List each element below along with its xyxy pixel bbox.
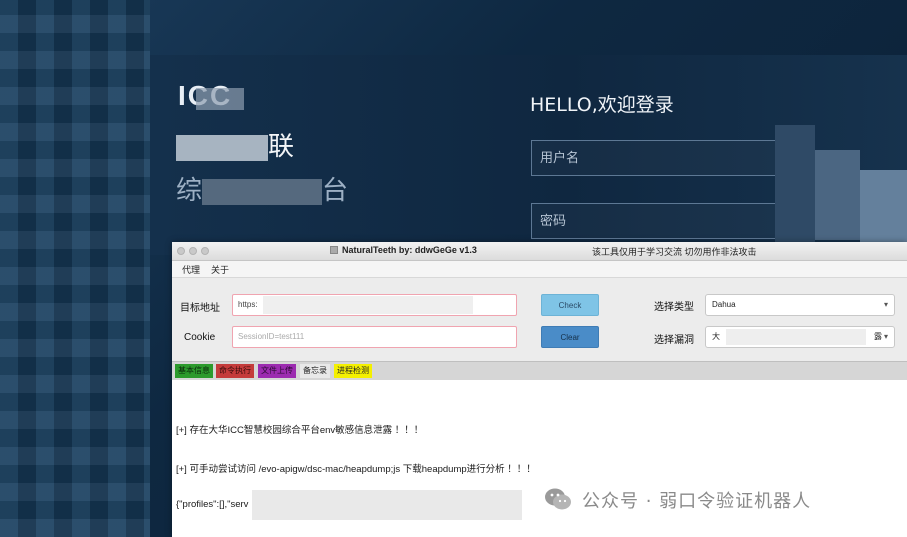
window-notice: 该工具仅用于学习交流 切勿用作非法攻击: [592, 247, 757, 257]
type-label: 选择类型: [654, 302, 694, 313]
wechat-icon: [545, 488, 571, 510]
redaction-blur: [726, 329, 866, 345]
redaction-mosaic: [860, 170, 907, 245]
watermark-text: 公众号 · 弱口令验证机器人: [582, 491, 812, 512]
vuln-select-value-end: 露: [874, 332, 882, 341]
vuln-select-value-start: 大: [712, 332, 720, 341]
minimize-window-button[interactable]: [189, 247, 197, 255]
username-field[interactable]: 用户名: [531, 140, 791, 176]
output-line: [+] 存在大华ICC智慧校园综合平台env敏感信息泄露 ！！！: [176, 425, 424, 436]
type-select[interactable]: Dahua ▾: [705, 294, 895, 316]
chevron-down-icon: ▾: [883, 300, 888, 309]
platform-sub-start: 综: [176, 176, 203, 206]
close-window-button[interactable]: [177, 247, 185, 255]
login-greeting: HELLO,欢迎登录: [530, 94, 674, 116]
platform-name: 联: [176, 126, 294, 163]
redaction-blur: [263, 296, 473, 314]
vuln-label: 选择漏洞: [654, 335, 694, 346]
menu-about[interactable]: 关于: [211, 263, 229, 276]
cookie-label: Cookie: [184, 332, 216, 343]
target-url-input[interactable]: https:: [232, 294, 517, 316]
tab-memo[interactable]: 备忘录: [300, 364, 330, 378]
result-tabs: 基本信息 命令执行 文件上传 备忘录 进程检测: [172, 361, 907, 381]
zoom-window-button[interactable]: [201, 247, 209, 255]
tab-process-detect[interactable]: 进程检测: [334, 364, 372, 378]
tab-file-upload[interactable]: 文件上传: [258, 364, 296, 378]
redaction-mosaic: [176, 134, 268, 161]
tab-basic-info[interactable]: 基本信息: [175, 364, 213, 378]
redaction-mosaic: [775, 125, 815, 245]
cookie-input[interactable]: SessionID=test111: [232, 326, 517, 348]
redaction-blur: [252, 490, 522, 520]
window-title: NaturalTeeth by: ddwGeGe v1.3: [342, 245, 477, 255]
clear-button[interactable]: Clear: [541, 326, 599, 348]
platform-name-text: 联: [268, 132, 295, 162]
redaction-mosaic: [202, 178, 323, 205]
tab-command-exec[interactable]: 命令执行: [216, 364, 254, 378]
target-url-value: https:: [238, 300, 258, 309]
background-mosaic-panel: [0, 0, 150, 537]
vuln-select[interactable]: 大 露 ▾: [705, 326, 895, 348]
menu-proxy[interactable]: 代理: [182, 263, 200, 276]
chevron-down-icon: ▾: [883, 332, 888, 341]
output-line: {"profiles":[],"serv: [176, 499, 249, 510]
platform-sub-end: 台: [322, 176, 349, 206]
output-line: [+] 可手动尝试访问 /evo-apigw/dsc-mac/heapdump;…: [176, 464, 536, 475]
menu-bar: 代理 关于: [172, 261, 907, 278]
app-icon: [330, 246, 338, 254]
check-button[interactable]: Check: [541, 294, 599, 316]
redaction-mosaic: [196, 88, 244, 110]
platform-subtitle: 综台: [176, 170, 348, 207]
output-panel[interactable]: [+] 存在大华ICC智慧校园综合平台env敏感信息泄露 ！！！ [+] 可手动…: [172, 380, 907, 537]
target-label: 目标地址: [180, 303, 220, 314]
window-titlebar: NaturalTeeth by: ddwGeGe v1.3 该工具仅用于学习交流…: [172, 242, 907, 261]
redaction-mosaic: [815, 150, 860, 240]
type-select-value: Dahua: [712, 300, 736, 309]
password-field[interactable]: 密码: [531, 203, 791, 239]
